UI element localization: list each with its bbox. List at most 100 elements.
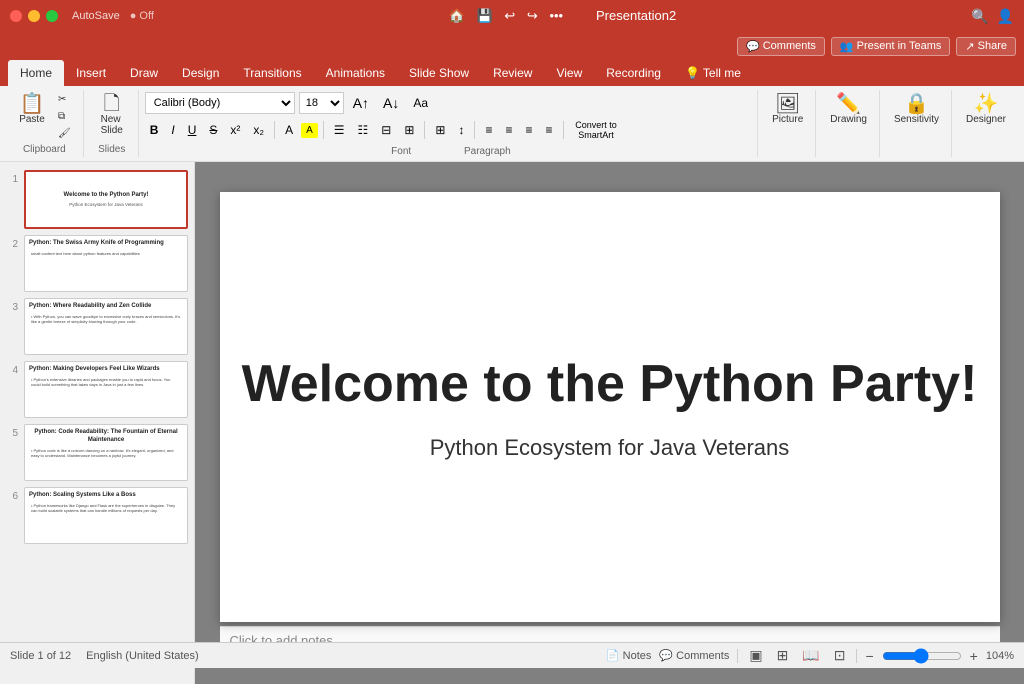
sensitivity-button[interactable]: 🔒 Sensitivity xyxy=(890,92,943,127)
zoom-out-button[interactable]: − xyxy=(865,648,873,664)
top-action-area: 💬 Comments 👥 Present in Teams ↗ Share xyxy=(0,32,1024,60)
main-area: 1 Welcome to the Python Party! Python Ec… xyxy=(0,162,1024,684)
paste-button[interactable]: 📋 Paste xyxy=(14,92,50,127)
presenter-view-button[interactable]: ⊡ xyxy=(831,646,849,665)
normal-view-button[interactable]: ▣ xyxy=(746,646,765,665)
slide-thumb-3[interactable]: 3 Python: Where Readability and Zen Coll… xyxy=(6,298,188,355)
text-highlight-button[interactable]: A xyxy=(301,123,318,138)
tab-animations[interactable]: Animations xyxy=(314,60,397,86)
slide-canvas[interactable]: Welcome to the Python Party! Python Ecos… xyxy=(220,192,1000,622)
slide-image-2: Python: The Swiss Army Knife of Programm… xyxy=(24,235,188,292)
designer-icon: ✨ xyxy=(974,94,999,114)
drawing-button[interactable]: ✏️ Drawing xyxy=(826,92,871,127)
clipboard-group: 📋 Paste ✂ ⧉ 🖌 Clipboard xyxy=(6,90,84,157)
strikethrough-button[interactable]: S xyxy=(204,121,222,139)
search-icon[interactable]: 🔍 xyxy=(971,8,988,25)
title-right-actions: 🔍 👤 xyxy=(971,8,1014,25)
zoom-slider[interactable] xyxy=(882,648,962,664)
copy-button[interactable]: ⧉ xyxy=(54,109,75,124)
format-painter-button[interactable]: 🖌 xyxy=(54,126,75,141)
teams-icon: 👥 xyxy=(840,40,854,53)
tab-insert[interactable]: Insert xyxy=(64,60,118,86)
slide-thumb-4[interactable]: 4 Python: Making Developers Feel Like Wi… xyxy=(6,361,188,418)
designer-button[interactable]: ✨ Designer xyxy=(962,92,1010,127)
tab-tell-me[interactable]: 💡 Tell me xyxy=(673,60,753,86)
slide-thumb-5[interactable]: 5 Python: Code Readability: The Fountain… xyxy=(6,424,188,481)
line-spacing-button[interactable]: ↕ xyxy=(453,121,469,139)
font-para-group: Calibri (Body) 18 A↑ A↓ Aa B I U S x² x₂… xyxy=(141,90,758,157)
tab-view[interactable]: View xyxy=(544,60,594,86)
new-slide-button[interactable]: 🗋 NewSlide xyxy=(94,92,130,138)
divider5 xyxy=(563,121,564,139)
notes-button[interactable]: 📄 Notes xyxy=(606,649,652,662)
underline-button[interactable]: U xyxy=(183,121,202,139)
slide-thumb-1[interactable]: 1 Welcome to the Python Party! Python Ec… xyxy=(6,170,188,229)
superscript-button[interactable]: x² xyxy=(225,121,245,139)
decrease-indent-button[interactable]: ⊟ xyxy=(376,121,396,139)
minimize-button[interactable] xyxy=(28,10,40,22)
comment-icon: 💬 xyxy=(746,40,760,53)
tab-review[interactable]: Review xyxy=(481,60,544,86)
columns-button[interactable]: ⊞ xyxy=(430,121,450,139)
tab-design[interactable]: Design xyxy=(170,60,231,86)
decrease-font-button[interactable]: A↓ xyxy=(378,93,404,113)
zoom-level[interactable]: 104% xyxy=(986,650,1014,662)
tab-transitions[interactable]: Transitions xyxy=(231,60,313,86)
font-size-select[interactable]: 18 xyxy=(299,92,344,114)
clear-format-button[interactable]: Aa xyxy=(408,94,433,112)
sensitivity-group: 🔒 Sensitivity xyxy=(882,90,952,157)
italic-button[interactable]: I xyxy=(166,121,179,139)
sensitivity-icon: 🔒 xyxy=(904,94,929,114)
tab-home[interactable]: Home xyxy=(8,60,64,86)
numbering-button[interactable]: ☷ xyxy=(353,121,374,139)
close-button[interactable] xyxy=(10,10,22,22)
increase-indent-button[interactable]: ⊞ xyxy=(399,121,419,139)
slide-thumb-2[interactable]: 2 Python: The Swiss Army Knife of Progra… xyxy=(6,235,188,292)
divider3 xyxy=(424,121,425,139)
new-slide-icon: 🗋 xyxy=(104,94,120,114)
cut-button[interactable]: ✂ xyxy=(54,92,75,107)
presentation-title: Presentation2 xyxy=(596,8,676,23)
divider xyxy=(274,121,275,139)
divider2 xyxy=(323,121,324,139)
slide-image-3: Python: Where Readability and Zen Collid… xyxy=(24,298,188,355)
app-title: 🏠 💾 ↩ ↪ ••• Presentation2 xyxy=(154,8,971,24)
bold-button[interactable]: B xyxy=(145,121,164,139)
align-left-button[interactable]: ≡ xyxy=(480,121,497,139)
increase-font-button[interactable]: A↑ xyxy=(348,93,374,113)
format-painter-icon: 🖌 xyxy=(58,128,71,139)
share-button[interactable]: ↗ Share xyxy=(956,37,1016,56)
divider4 xyxy=(474,121,475,139)
window-controls[interactable]: AutoSave ● Off xyxy=(10,10,154,22)
bullets-button[interactable]: ☰ xyxy=(329,121,350,139)
align-center-button[interactable]: ≡ xyxy=(501,121,518,139)
slide-info: Slide 1 of 12 xyxy=(10,650,71,662)
slide-subtitle: Python Ecosystem for Java Veterans xyxy=(430,435,790,461)
maximize-button[interactable] xyxy=(46,10,58,22)
tab-draw[interactable]: Draw xyxy=(118,60,170,86)
subscript-button[interactable]: x₂ xyxy=(248,121,269,139)
slide-main-title: Welcome to the Python Party! xyxy=(242,353,978,415)
tab-recording[interactable]: Recording xyxy=(594,60,673,86)
profile-icon[interactable]: 👤 xyxy=(997,8,1014,25)
zoom-in-button[interactable]: + xyxy=(970,648,978,664)
share-icon: ↗ xyxy=(965,40,974,53)
picture-button[interactable]: 🖼 Picture xyxy=(768,92,807,127)
slide-sorter-button[interactable]: ⊞ xyxy=(774,646,792,665)
font-family-select[interactable]: Calibri (Body) xyxy=(145,92,295,114)
present-in-teams-button[interactable]: 👥 Present in Teams xyxy=(831,37,951,56)
drawing-group: ✏️ Drawing xyxy=(818,90,880,157)
slide-thumb-6[interactable]: 6 Python: Scaling Systems Like a Boss • … xyxy=(6,487,188,544)
font-color-button[interactable]: A xyxy=(280,121,298,139)
justify-button[interactable]: ≡ xyxy=(541,121,558,139)
reading-view-button[interactable]: 📖 xyxy=(799,646,822,665)
autosave-off[interactable]: ● Off xyxy=(130,10,154,22)
comments-status-button[interactable]: 💬 Comments xyxy=(659,649,729,662)
convert-smartart-button[interactable]: Convert to SmartArt xyxy=(569,118,624,142)
ribbon-content: 📋 Paste ✂ ⧉ 🖌 Clipboard 🗋 NewSlide xyxy=(0,86,1024,162)
comments-button[interactable]: 💬 Comments xyxy=(737,37,825,56)
tab-slideshow[interactable]: Slide Show xyxy=(397,60,481,86)
drawing-icon: ✏️ xyxy=(836,94,861,114)
align-right-button[interactable]: ≡ xyxy=(521,121,538,139)
slide-panel[interactable]: 1 Welcome to the Python Party! Python Ec… xyxy=(0,162,195,684)
